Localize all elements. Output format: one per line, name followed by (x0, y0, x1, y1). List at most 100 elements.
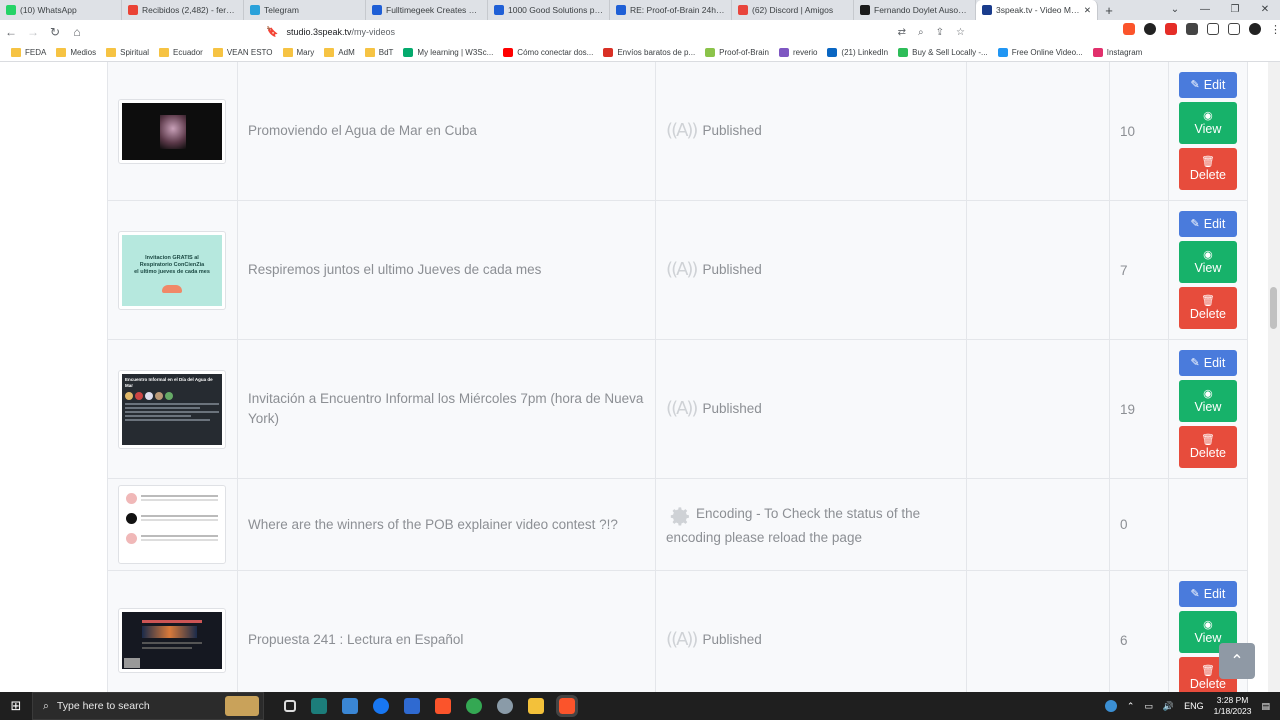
video-thumbnail[interactable]: Encuentro Informal en el Día del Agua de… (118, 369, 226, 449)
bookmark-item[interactable]: Ecuador (154, 48, 208, 57)
edit-button[interactable]: ✎ Edit (1178, 581, 1237, 607)
view-label: View (1194, 122, 1222, 136)
browser-tab[interactable]: 1000 Good Solutions playin (488, 0, 610, 20)
p-app-icon[interactable] (373, 698, 389, 714)
browser-tab[interactable]: Telegram (244, 0, 366, 20)
bookmark-item[interactable]: VEAN ESTO (208, 48, 278, 57)
browser-tab[interactable]: (62) Discord | Amigos (732, 0, 854, 20)
task-view-icon[interactable] (284, 700, 296, 712)
app-video-icon[interactable] (311, 698, 327, 714)
sidebar-icon[interactable] (1207, 23, 1219, 35)
bookmark-item[interactable]: Buy & Sell Locally -... (893, 48, 993, 57)
star-icon[interactable]: ☆ (956, 27, 965, 38)
store-icon[interactable] (342, 698, 358, 714)
network-icon[interactable]: ▭ (1144, 701, 1153, 712)
site-favicon-icon (705, 48, 716, 57)
url-text[interactable]: studio.3speak.tv/my-videos (286, 27, 395, 37)
browser-tab[interactable]: Recibidos (2,482) - fernando (122, 0, 244, 20)
bookmark-item[interactable]: Instagram (1088, 48, 1148, 57)
share-icon[interactable]: ⇪ (936, 27, 944, 38)
delete-button[interactable]: 🗑 Delete (1178, 287, 1237, 329)
extension-dark-icon[interactable] (1144, 23, 1156, 35)
new-tab-button[interactable]: + (1098, 3, 1120, 18)
profile-avatar[interactable] (1249, 23, 1261, 35)
browser-tab[interactable]: 3speak.tv - Video Manager ✕ (976, 0, 1098, 20)
notifications-icon[interactable]: ▤ (1261, 701, 1270, 712)
home-button[interactable]: ⌂ (66, 25, 88, 39)
volume-icon[interactable]: 🔊 (1163, 701, 1174, 712)
reload-button[interactable]: ↻ (44, 25, 66, 39)
browser-tab[interactable]: RE: Proof-of-Brain 24hrs Re (610, 0, 732, 20)
scroll-to-top-button[interactable]: ⌃ (1219, 643, 1255, 679)
thumbnail-cell (107, 62, 238, 201)
brave-shield-icon[interactable] (1123, 23, 1135, 35)
bookmark-item[interactable]: Proof-of-Brain (700, 48, 774, 57)
view-label: View (1194, 400, 1222, 414)
forward-button[interactable]: → (22, 25, 44, 39)
bookmark-item[interactable]: reverio (774, 48, 822, 57)
wallet-icon[interactable] (1228, 23, 1240, 35)
delete-button[interactable]: 🗑 Delete (1178, 426, 1237, 468)
bookmark-icon[interactable]: 🔖 (266, 27, 278, 38)
edit-button[interactable]: ✎ Edit (1178, 350, 1237, 376)
video-thumbnail[interactable]: Invitacion GRATIS al Respiratorio ConCien… (118, 230, 226, 310)
chevron-up-icon[interactable]: ⌃ (1127, 701, 1135, 712)
bookmark-item[interactable]: Free Online Video... (993, 48, 1088, 57)
bookmark-item[interactable]: AdM (319, 48, 359, 57)
maximize-button[interactable]: ❐ (1220, 0, 1250, 20)
edit-button[interactable]: ✎ Edit (1178, 72, 1237, 98)
taskbar-search-box[interactable]: ⌕ Type here to search (32, 692, 264, 720)
menu-icon[interactable]: ⋮ (1270, 23, 1280, 36)
browser-tab[interactable]: (10) WhatsApp (0, 0, 122, 20)
delete-button[interactable]: 🗑 Delete (1178, 148, 1237, 190)
bookmark-item[interactable]: BdT (360, 48, 399, 57)
trash-icon: 🗑 (1200, 434, 1215, 446)
bookmark-item[interactable]: (21) LinkedIn (822, 48, 893, 57)
puzzle-icon[interactable] (1186, 23, 1198, 35)
windows-start-button[interactable]: ⊞ (0, 698, 32, 714)
gear-icon (670, 506, 689, 526)
browser-toolbar: ← → ↻ ⌂ 🔖 studio.3speak.tv/my-videos ⇄ ⌕… (0, 20, 1280, 44)
view-button[interactable]: ◉ View (1178, 241, 1237, 283)
chevron-down-icon[interactable]: ⌄ (1160, 0, 1190, 20)
view-count: 7 (1120, 262, 1128, 278)
bookmark-item[interactable]: Cómo conectar dos... (498, 48, 598, 57)
address-bar[interactable]: 🔖 studio.3speak.tv/my-videos ⇄ ⌕ ⇪ ☆ (258, 23, 973, 41)
youtube-extension-icon[interactable] (1165, 23, 1177, 35)
page-scrollbar[interactable] (1268, 62, 1280, 692)
video-thumbnail[interactable] (118, 485, 226, 564)
scrollbar-thumb[interactable] (1270, 287, 1277, 329)
app-globe-icon[interactable] (497, 698, 513, 714)
close-tab-icon[interactable]: ✕ (1084, 5, 1091, 16)
file-explorer-icon[interactable] (528, 698, 544, 714)
bookmark-item[interactable]: Mary (278, 48, 320, 57)
clock[interactable]: 3:28 PM 1/18/2023 (1214, 695, 1252, 717)
bookmark-item[interactable]: FEDA (6, 48, 51, 57)
edit-button[interactable]: ✎ Edit (1178, 211, 1237, 237)
minimize-button[interactable]: — (1190, 0, 1220, 20)
back-button[interactable]: ← (0, 25, 22, 39)
bookmark-label: VEAN ESTO (226, 48, 273, 57)
zoom-icon[interactable]: ⌕ (918, 27, 924, 38)
view-button[interactable]: ◉ View (1178, 102, 1237, 144)
brave-active-icon[interactable] (556, 695, 578, 717)
browser-tab[interactable]: Fulltimegeek Creates PROOF (366, 0, 488, 20)
chrome-icon[interactable] (466, 698, 482, 714)
bookmark-item[interactable]: My learning | W3Sc... (398, 48, 498, 57)
monitor-app-icon[interactable] (404, 698, 420, 714)
delete-label: Delete (1189, 307, 1226, 321)
bookmark-item[interactable]: Spiritual (101, 48, 154, 57)
translate-icon[interactable]: ⇄ (898, 27, 906, 38)
bookmark-item[interactable]: Medios (51, 48, 101, 57)
bookmark-item[interactable]: Envíos baratos de p... (598, 48, 700, 57)
tab-label: Fulltimegeek Creates PROOF (386, 5, 481, 15)
video-thumbnail[interactable] (118, 607, 226, 673)
language-indicator[interactable]: ENG (1184, 701, 1204, 711)
close-window-button[interactable]: ✕ (1250, 0, 1280, 20)
help-icon[interactable] (1104, 700, 1117, 712)
browser-tab[interactable]: Fernando Doylet Auson - 3 (854, 0, 976, 20)
brave-icon[interactable] (435, 698, 451, 714)
video-thumbnail[interactable] (118, 98, 226, 164)
site-favicon-icon (778, 48, 789, 57)
view-button[interactable]: ◉ View (1178, 380, 1237, 422)
